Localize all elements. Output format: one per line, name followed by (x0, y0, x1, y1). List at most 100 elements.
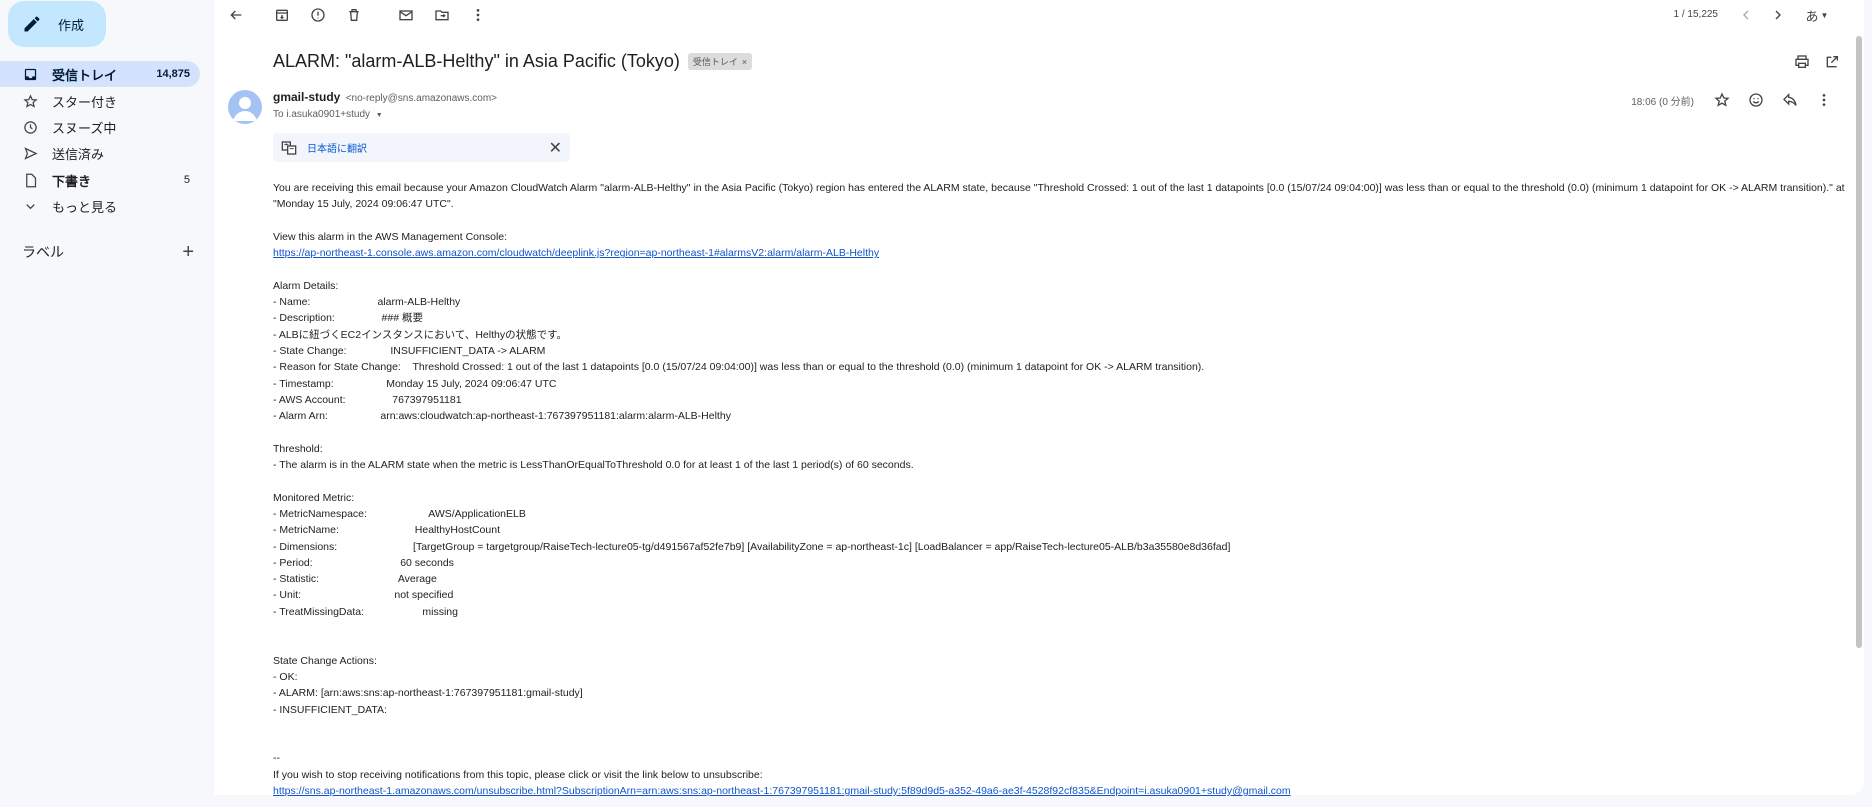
detail-row: - Alarm Arn: arn:aws:cloudwatch:ap-north… (273, 408, 1858, 424)
archive-button[interactable] (272, 5, 292, 25)
reply-button[interactable] (1780, 90, 1800, 110)
folder-move-icon (435, 10, 449, 21)
detail-row: - AWS Account: 767397951181 (273, 392, 1858, 408)
labels-header: ラベル + (22, 242, 194, 262)
metric-value: 60 seconds (400, 556, 454, 569)
metric-value: AWS/ApplicationELB (428, 507, 526, 520)
message-more-button[interactable] (1814, 90, 1834, 110)
report-spam-button[interactable] (308, 5, 328, 25)
metric-key: - Dimensions: (273, 540, 414, 553)
print-button[interactable] (1792, 52, 1812, 72)
caret-down-icon: ▼ (375, 112, 383, 119)
star-icon (22, 93, 38, 109)
sidebar: 作成 受信トレイ 14,875 スター付き スヌーズ中 送信済み 下書き 5 も… (0, 0, 214, 807)
sidebar-item-label: スター付き (52, 94, 118, 110)
move-to-button[interactable] (432, 5, 452, 25)
unsubscribe-link[interactable]: https://sns.ap-northeast-1.amazonaws.com… (273, 785, 1291, 797)
prev-button[interactable] (1736, 5, 1756, 25)
email-date: 18:06 (0 分前) (1631, 97, 1694, 108)
more-vert-icon (1822, 94, 1826, 106)
add-label-button[interactable]: + (182, 242, 194, 262)
sidebar-item-label: スヌーズ中 (52, 120, 117, 136)
sidebar-item-snoozed[interactable]: スヌーズ中 (0, 114, 200, 140)
open-in-new-icon (1826, 56, 1838, 68)
detail-key: - Timestamp: (273, 377, 387, 390)
metric-row: - Period: 60 seconds (273, 555, 1858, 571)
actions-title: State Change Actions: (273, 654, 377, 667)
subject-text: ALARM: "alarm-ALB-Helthy" in Asia Pacifi… (273, 51, 680, 71)
open-new-window-button[interactable] (1822, 52, 1842, 72)
emoji-reaction-button[interactable] (1746, 90, 1766, 110)
sender-email: <no-reply@sns.amazonaws.com> (345, 93, 498, 104)
detail-row: - Description: ### 概要 (273, 310, 1858, 326)
close-translate-button[interactable]: ✕ (549, 138, 562, 158)
sidebar-item-label: 受信トレイ (52, 67, 118, 83)
console-link[interactable]: https://ap-northeast-1.console.aws.amazo… (273, 247, 879, 259)
remove-label-button[interactable]: × (742, 57, 747, 67)
metric-row: - Dimensions: [TargetGroup = targetgroup… (273, 539, 1858, 555)
compose-button[interactable]: 作成 (8, 1, 106, 47)
delete-button[interactable] (344, 5, 364, 25)
sidebar-item-more[interactable]: もっと見る (0, 193, 200, 219)
metric-value: Average (397, 573, 437, 586)
sidebar-item-starred[interactable]: スター付き (0, 88, 200, 114)
sidebar-item-count: 14,875 (156, 68, 190, 80)
metric-title: Monitored Metric: (273, 491, 355, 504)
metric-row: - TreatMissingData: missing (273, 604, 1858, 620)
arrow-left-icon (230, 10, 242, 20)
detail-key: - Alarm Arn: (273, 410, 381, 423)
sidebar-item-label: 送信済み (52, 146, 105, 162)
signature-dash: -- (273, 752, 280, 765)
metric-key: - TreatMissingData: (273, 605, 423, 618)
toolbar: 1 / 15,225 あ ▼ (214, 0, 1864, 30)
action-insufficient: - INSUFFICIENT_DATA: (273, 703, 387, 716)
mail-icon (399, 10, 413, 21)
detail-row: - Reason for State Change: Threshold Cro… (273, 359, 1858, 375)
metric-value: [TargetGroup = targetgroup/RaiseTech-lec… (413, 540, 1231, 553)
metric-key: - MetricName: (273, 524, 415, 537)
metric-value: not specified (394, 589, 454, 602)
avatar (228, 90, 262, 124)
label-chip: 受信トレイ × (687, 53, 753, 70)
star-button[interactable] (1712, 90, 1732, 110)
recipient-line[interactable]: To i.asuka0901+study ▼ (273, 109, 383, 120)
pager-count: 1 / 15,225 (1673, 9, 1718, 20)
translate-link[interactable]: 日本語に翻訳 (307, 140, 549, 155)
sender-name[interactable]: gmail-study (273, 90, 340, 104)
alert-icon (311, 8, 325, 22)
detail-value: 767397951181 (392, 393, 462, 406)
detail-key: - State Change: (273, 344, 391, 357)
sidebar-item-sent[interactable]: 送信済み (0, 140, 200, 166)
detail-row: - Timestamp: Monday 15 July, 2024 09:06:… (273, 376, 1858, 392)
chevron-down-icon (22, 198, 38, 214)
sidebar-item-drafts[interactable]: 下書き 5 (0, 167, 200, 193)
sender-info: gmail-study <no-reply@sns.amazonaws.com> (273, 90, 497, 104)
metric-value: HealthyHostCount (414, 524, 500, 537)
chevron-left-icon (1743, 10, 1749, 20)
mark-unread-button[interactable] (396, 5, 416, 25)
detail-key: - AWS Account: (273, 393, 393, 406)
action-ok: - OK: (273, 670, 298, 683)
detail-row: - ALBに紐づくEC2インスタンスにおいて、Helthyの状態です。 (273, 327, 1858, 343)
metric-row: - MetricNamespace: AWS/ApplicationELB (273, 506, 1858, 522)
sidebar-item-inbox[interactable]: 受信トレイ 14,875 (0, 61, 200, 87)
send-icon (22, 145, 38, 161)
input-tools-label: あ (1805, 8, 1819, 24)
details-title: Alarm Details: (273, 279, 339, 292)
detail-value: INSUFFICIENT_DATA -> ALARM (390, 344, 546, 357)
next-button[interactable] (1768, 5, 1788, 25)
detail-value: Threshold Crossed: 1 out of the last 1 d… (412, 361, 1205, 374)
person-icon (233, 97, 257, 121)
detail-value: ### 概要 (381, 312, 423, 325)
metric-key: - MetricNamespace: (273, 507, 429, 520)
back-button[interactable] (226, 5, 246, 25)
more-vert-icon (476, 9, 480, 21)
input-tools-button[interactable]: あ ▼ (1802, 5, 1832, 25)
threshold-text: - The alarm is in the ALARM state when t… (273, 459, 914, 472)
metric-row: - Unit: not specified (273, 587, 1858, 603)
label-chip-text: 受信トレイ (692, 57, 738, 67)
more-options-button[interactable] (468, 5, 488, 25)
metric-key: - Statistic: (273, 573, 398, 586)
metric-row: - MetricName: HealthyHostCount (273, 522, 1858, 538)
clock-icon (22, 119, 38, 135)
